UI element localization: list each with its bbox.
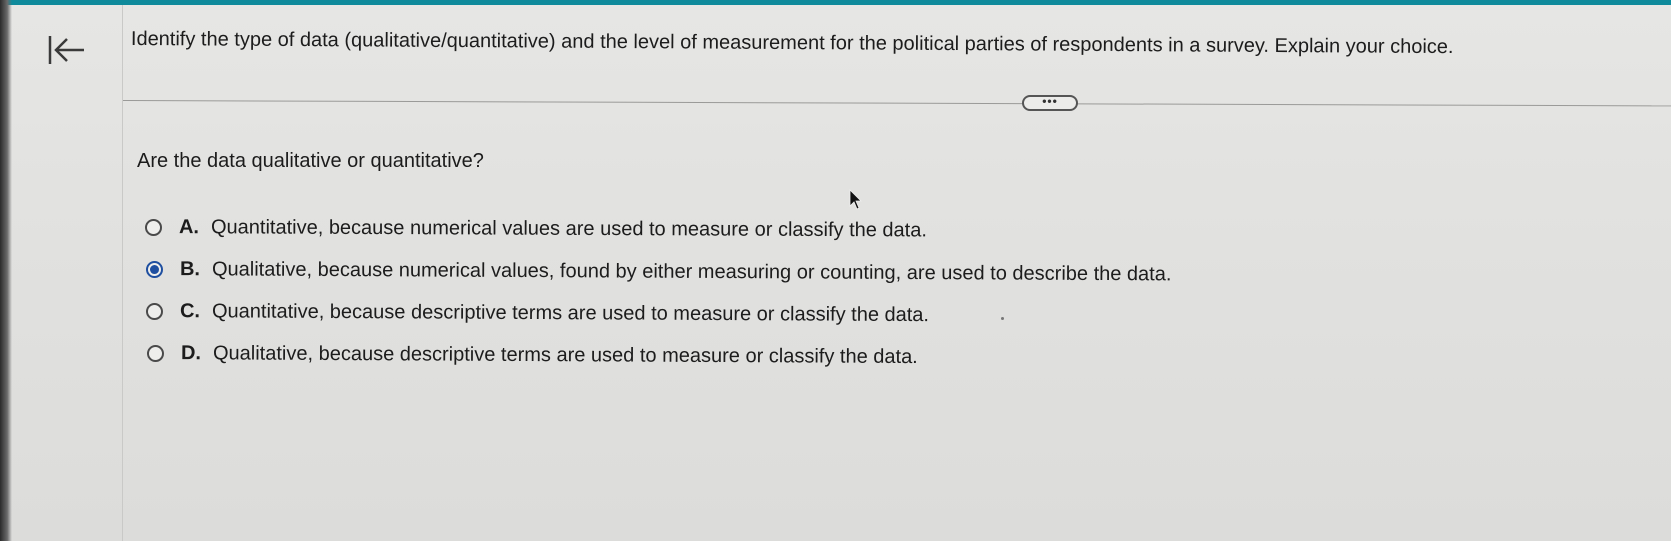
section-separator bbox=[122, 100, 1671, 107]
option-letter: B. bbox=[179, 257, 201, 280]
option-letter: C. bbox=[179, 299, 201, 322]
answer-option-b[interactable]: B. Qualitative, because numerical values… bbox=[145, 248, 1446, 297]
sidebar-divider bbox=[122, 5, 123, 541]
radio-button[interactable] bbox=[144, 218, 163, 236]
option-text: Quantitative, because numerical values a… bbox=[210, 215, 927, 241]
more-button[interactable]: ••• bbox=[1022, 95, 1078, 111]
arrow-left-to-bar-icon bbox=[48, 36, 84, 64]
question-title: Identify the type of data (qualitative/q… bbox=[130, 27, 1454, 59]
option-letter: A. bbox=[178, 215, 200, 238]
sub-question: Are the data qualitative or quantitative… bbox=[137, 150, 484, 172]
radio-button[interactable] bbox=[146, 344, 165, 362]
screen-speck bbox=[1001, 317, 1004, 320]
radio-button-selected[interactable] bbox=[145, 260, 164, 278]
option-letter: D. bbox=[180, 341, 202, 364]
window-left-edge bbox=[0, 0, 12, 541]
option-text: Quantitative, because descriptive terms … bbox=[211, 299, 930, 326]
radio-button[interactable] bbox=[145, 302, 164, 320]
option-text: Qualitative, because descriptive terms a… bbox=[212, 341, 918, 368]
option-text: Qualitative, because numerical values, f… bbox=[211, 257, 1172, 285]
back-button[interactable] bbox=[40, 30, 90, 74]
mouse-pointer-icon bbox=[849, 189, 862, 210]
top-accent-bar bbox=[0, 0, 1671, 5]
answer-options: A. Quantitative, because numerical value… bbox=[144, 206, 1446, 374]
answer-option-a[interactable]: A. Quantitative, because numerical value… bbox=[144, 206, 1445, 254]
answer-option-d[interactable]: D. Qualitative, because descriptive term… bbox=[146, 332, 1447, 381]
answer-option-c[interactable]: C. Quantitative, because descriptive ter… bbox=[145, 290, 1446, 339]
